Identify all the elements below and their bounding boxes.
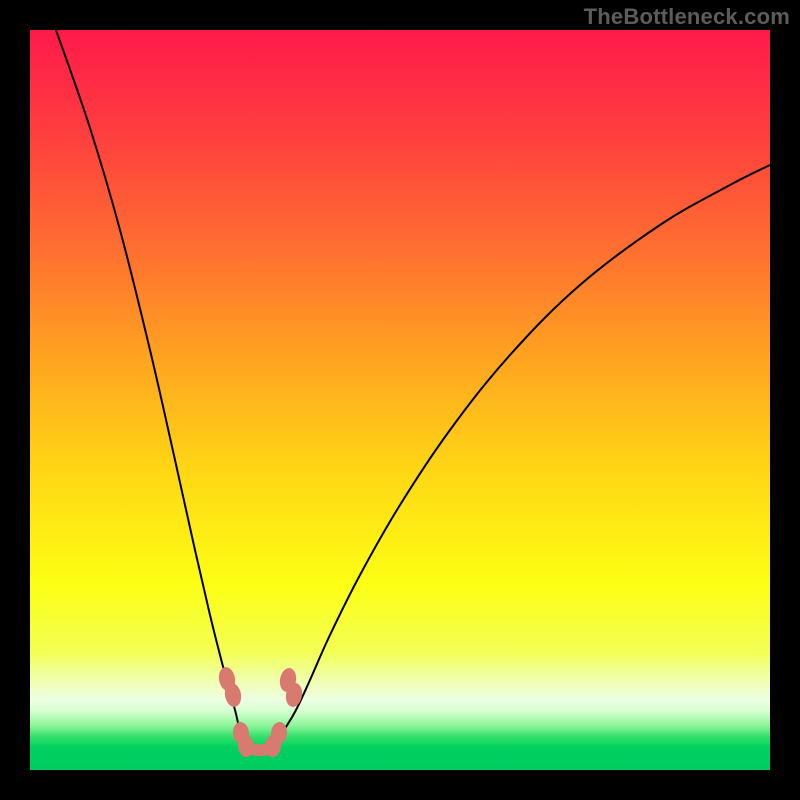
bottleneck-curve <box>56 30 770 750</box>
watermark-text: TheBottleneck.com <box>584 4 790 30</box>
marker-group <box>217 666 304 758</box>
curve-layer <box>30 30 770 770</box>
outer-frame: TheBottleneck.com <box>0 0 800 800</box>
marker-point <box>244 744 276 756</box>
plot-area <box>30 30 770 770</box>
